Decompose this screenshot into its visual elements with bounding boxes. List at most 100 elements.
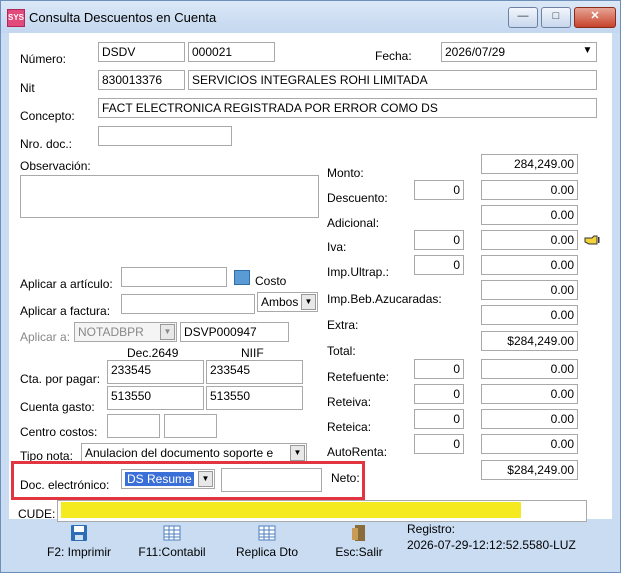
articulo-field[interactable]	[121, 267, 227, 287]
concepto-field[interactable]: FACT ELECTRONICA REGISTRADA POR ERROR CO…	[98, 98, 597, 118]
cta-pagar-label: Cta. por pagar:	[20, 372, 101, 386]
contabil-button[interactable]: F11:Contabil	[129, 520, 215, 564]
aplicar-a-label: Aplicar a:	[20, 330, 71, 344]
costo-label: Costo	[255, 274, 287, 288]
centro-costos-label: Centro costos:	[20, 425, 98, 439]
ambos-combo[interactable]: Ambos ▼	[257, 292, 318, 312]
iva-pct-field[interactable]: 0	[414, 230, 464, 250]
aplicar-a-value: NOTADBPR	[78, 325, 144, 339]
cta-pagar-dec-field[interactable]: 233545	[107, 360, 204, 384]
export-icon[interactable]	[234, 270, 250, 285]
chevron-down-icon[interactable]: ▼	[580, 44, 595, 60]
reteica-field[interactable]: 0.00	[481, 409, 578, 429]
dec2649-header: Dec.2649	[127, 346, 179, 360]
maximize-button[interactable]: □	[541, 7, 571, 28]
total-label: Total:	[327, 344, 356, 358]
cta-pagar-niif-field[interactable]: 233545	[206, 360, 303, 384]
window-title: Consulta Descuentos en Cuenta	[29, 10, 217, 25]
chevron-down-icon[interactable]: ▼	[301, 294, 316, 310]
articulo-label: Aplicar a artículo:	[20, 277, 113, 291]
contabil-label: F11:Contabil	[138, 545, 206, 559]
impbeb-label: Imp.Beb.Azucaradas:	[327, 292, 442, 306]
registro-value: 2026-07-29-12:12:52.5580-LUZ	[407, 538, 576, 552]
iva-label: Iva:	[327, 240, 347, 254]
niif-header: NIIF	[241, 346, 264, 360]
centro-costos-field-2[interactable]	[164, 414, 217, 438]
imprimir-button[interactable]: F2: Imprimir	[39, 520, 119, 564]
salir-button[interactable]: Esc:Salir	[321, 520, 397, 564]
nit-field[interactable]: 830013376	[98, 70, 185, 90]
descuento-label: Descuento:	[327, 191, 388, 205]
adicional-field[interactable]: 0.00	[481, 205, 578, 225]
autorenta-label: AutoRenta:	[327, 445, 388, 459]
monto-label: Monto:	[327, 166, 364, 180]
tipo-nota-combo[interactable]: Anulacion del documento soporte e ▼	[81, 443, 307, 463]
factura-field[interactable]	[121, 294, 255, 314]
grid-icon	[163, 524, 181, 542]
concepto-label: Concepto:	[20, 109, 75, 123]
autorenta-pct-field[interactable]: 0	[414, 434, 464, 454]
retefuente-field[interactable]: 0.00	[481, 359, 578, 379]
impultrap-field[interactable]: 0.00	[481, 255, 578, 275]
impultrap-label: Imp.Ultrap.:	[327, 265, 390, 279]
aplicar-a-doc-field[interactable]: DSVP000947	[180, 322, 289, 342]
extra-field[interactable]: 0.00	[481, 305, 578, 325]
title-bar: SYS Consulta Descuentos en Cuenta — □ ✕	[1, 1, 620, 33]
nit-name-field[interactable]: SERVICIOS INTEGRALES ROHI LIMITADA	[188, 70, 597, 90]
chevron-down-icon[interactable]: ▼	[290, 445, 305, 461]
impultrap-pct-field[interactable]: 0	[414, 255, 464, 275]
cta-gasto-niif-field[interactable]: 513550	[206, 386, 303, 410]
reteiva-field[interactable]: 0.00	[481, 384, 578, 404]
ambos-value: Ambos	[261, 295, 299, 309]
pointing-hand-icon[interactable]	[584, 234, 600, 246]
retefuente-label: Retefuente:	[327, 370, 390, 384]
monto-field[interactable]: 284,249.00	[481, 154, 578, 174]
fecha-picker[interactable]: 2026/07/29 ▼	[441, 42, 597, 62]
cta-gasto-dec-field[interactable]: 513550	[107, 386, 204, 410]
fecha-value: 2026/07/29	[445, 45, 506, 59]
toolbar: F2: Imprimir F11:Contabil Replica Dto Es…	[9, 520, 612, 566]
reteiva-pct-field[interactable]: 0	[414, 384, 464, 404]
minimize-button[interactable]: —	[508, 7, 538, 28]
close-button[interactable]: ✕	[574, 7, 616, 28]
replica-label: Replica Dto	[235, 545, 299, 559]
replica-button[interactable]: Replica Dto	[225, 520, 309, 564]
observacion-field[interactable]	[20, 175, 319, 218]
cude-label: CUDE:	[18, 507, 56, 521]
main-window: SYS Consulta Descuentos en Cuenta — □ ✕ …	[0, 0, 621, 573]
cta-gasto-label: Cuenta gasto:	[20, 400, 95, 414]
neto-field[interactable]: $284,249.00	[481, 460, 578, 480]
salir-label: Esc:Salir	[335, 545, 383, 559]
imprimir-label: F2: Imprimir	[47, 545, 111, 559]
factura-label: Aplicar a factura:	[20, 304, 111, 318]
aplicar-a-combo[interactable]: NOTADBPR ▼	[74, 322, 177, 342]
extra-label: Extra:	[327, 318, 359, 332]
registro-label: Registro:	[407, 522, 456, 536]
tipo-nota-value: Anulacion del documento soporte e	[85, 446, 274, 460]
centro-costos-field-1[interactable]	[107, 414, 160, 438]
reteiva-label: Reteiva:	[327, 395, 372, 409]
descuento-pct-field[interactable]: 0	[414, 180, 464, 200]
highlight-box	[11, 461, 365, 500]
total-field[interactable]: $284,249.00	[481, 331, 578, 351]
reteica-pct-field[interactable]: 0	[414, 409, 464, 429]
descuento-field[interactable]: 0.00	[481, 180, 578, 200]
autorenta-field[interactable]: 0.00	[481, 434, 578, 454]
chevron-down-icon[interactable]: ▼	[160, 324, 175, 340]
save-icon	[70, 524, 88, 542]
nit-label: Nit	[20, 81, 35, 95]
impbeb-field[interactable]: 0.00	[481, 280, 578, 300]
grid-icon	[258, 524, 276, 542]
exit-door-icon	[350, 524, 368, 542]
numero-label: Número:	[20, 52, 67, 66]
retefuente-pct-field[interactable]: 0	[414, 359, 464, 379]
reteica-label: Reteica:	[327, 420, 372, 434]
iva-field[interactable]: 0.00	[481, 230, 578, 250]
nrodoc-field[interactable]	[98, 126, 232, 146]
highlight-marker	[61, 502, 521, 518]
adicional-label: Adicional:	[327, 216, 380, 230]
observacion-label: Observación:	[20, 159, 91, 173]
form-area: Número: DSDV 000021 Fecha: 2026/07/29 ▼ …	[9, 33, 612, 522]
numero-value-field[interactable]: 000021	[188, 42, 275, 62]
numero-prefix-field[interactable]: DSDV	[98, 42, 185, 62]
